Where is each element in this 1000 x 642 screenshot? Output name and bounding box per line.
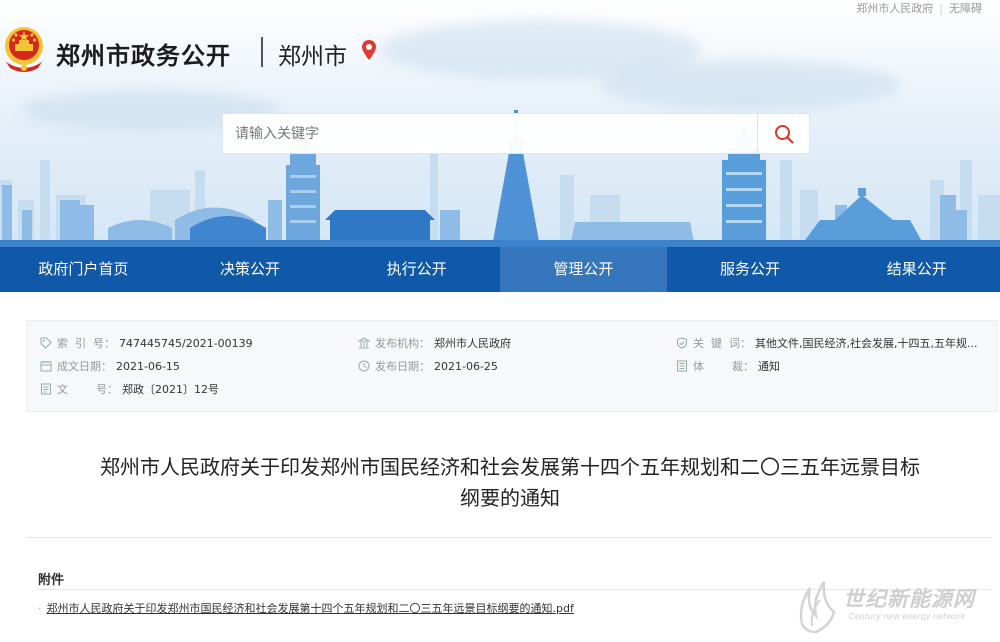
article-title: 郑州市人民政府关于印发郑州市国民经济和社会发展第十四个五年规划和二〇三五年远景目… <box>30 452 990 514</box>
meta-publisher: 发布机构： 郑州市人民政府 <box>357 335 511 351</box>
watermark-subtext: Century new energy network <box>849 612 966 621</box>
search-box <box>222 113 810 154</box>
calendar-icon <box>39 360 52 373</box>
search-button[interactable] <box>757 114 809 153</box>
nav-item-service[interactable]: 服务公开 <box>667 247 834 292</box>
top-links-separator: | <box>939 1 943 15</box>
nav-item-decision[interactable]: 决策公开 <box>167 247 334 292</box>
meta-index-number: 索 引 号： 747445745/2021-00139 <box>39 335 253 351</box>
attachment-item: · 郑州市人民政府关于印发郑州市国民经济和社会发展第十四个五年规划和二〇三五年远… <box>38 600 574 616</box>
building-icon <box>357 337 370 350</box>
national-emblem-icon <box>5 27 43 72</box>
meta-document-number: 文 号： 郑政〔2021〕12号 <box>39 381 219 397</box>
meta-created-date: 成文日期： 2021-06-15 <box>39 358 180 374</box>
location-pin-icon[interactable] <box>361 39 377 61</box>
meta-keywords: 关 键 词： 其他文件,国民经济,社会发展,十四五,五年规... <box>675 335 977 351</box>
document-meta-panel: 索 引 号： 747445745/2021-00139 成文日期： 2021-0… <box>26 320 998 412</box>
watermark-text: 世纪新能源网 <box>843 587 975 611</box>
accessibility-link[interactable]: 无障碍 <box>949 0 982 16</box>
header-banner: 郑州市人民政府 | 无障碍 郑州市政务公开 郑州市 <box>0 0 1000 247</box>
file-list-icon <box>675 360 688 373</box>
attachment-pdf-link[interactable]: 郑州市人民政府关于印发郑州市国民经济和社会发展第十四个五年规划和二〇三五年远景目… <box>47 600 574 616</box>
article-title-line-2: 纲要的通知 <box>460 486 560 510</box>
clock-icon <box>357 360 370 373</box>
nav-item-execution[interactable]: 执行公开 <box>333 247 500 292</box>
shield-check-icon <box>675 337 688 350</box>
main-nav: 政府门户首页 决策公开 执行公开 管理公开 服务公开 结果公开 <box>0 247 1000 292</box>
title-divider <box>261 37 263 67</box>
tag-icon <box>39 337 52 350</box>
nav-item-result[interactable]: 结果公开 <box>833 247 1000 292</box>
search-icon <box>774 124 794 144</box>
meta-genre: 体 裁： 通知 <box>675 358 780 374</box>
nav-item-management[interactable]: 管理公开 <box>500 247 667 292</box>
document-icon <box>39 383 52 396</box>
attachment-bullet: · <box>38 601 42 615</box>
article-title-line-1: 郑州市人民政府关于印发郑州市国民经济和社会发展第十四个五年规划和二〇三五年远景目… <box>100 455 920 479</box>
meta-publish-date: 发布日期： 2021-06-25 <box>357 358 498 374</box>
city-name: 郑州市 <box>278 44 347 70</box>
gov-portal-link[interactable]: 郑州市人民政府 <box>856 0 933 16</box>
nav-item-portal-home[interactable]: 政府门户首页 <box>0 247 167 292</box>
site-title[interactable]: 郑州市政务公开 <box>56 36 231 71</box>
content-divider <box>26 537 992 538</box>
search-input[interactable] <box>223 114 757 153</box>
top-links: 郑州市人民政府 | 无障碍 <box>856 0 982 16</box>
attachment-label: 附件 <box>38 573 65 588</box>
